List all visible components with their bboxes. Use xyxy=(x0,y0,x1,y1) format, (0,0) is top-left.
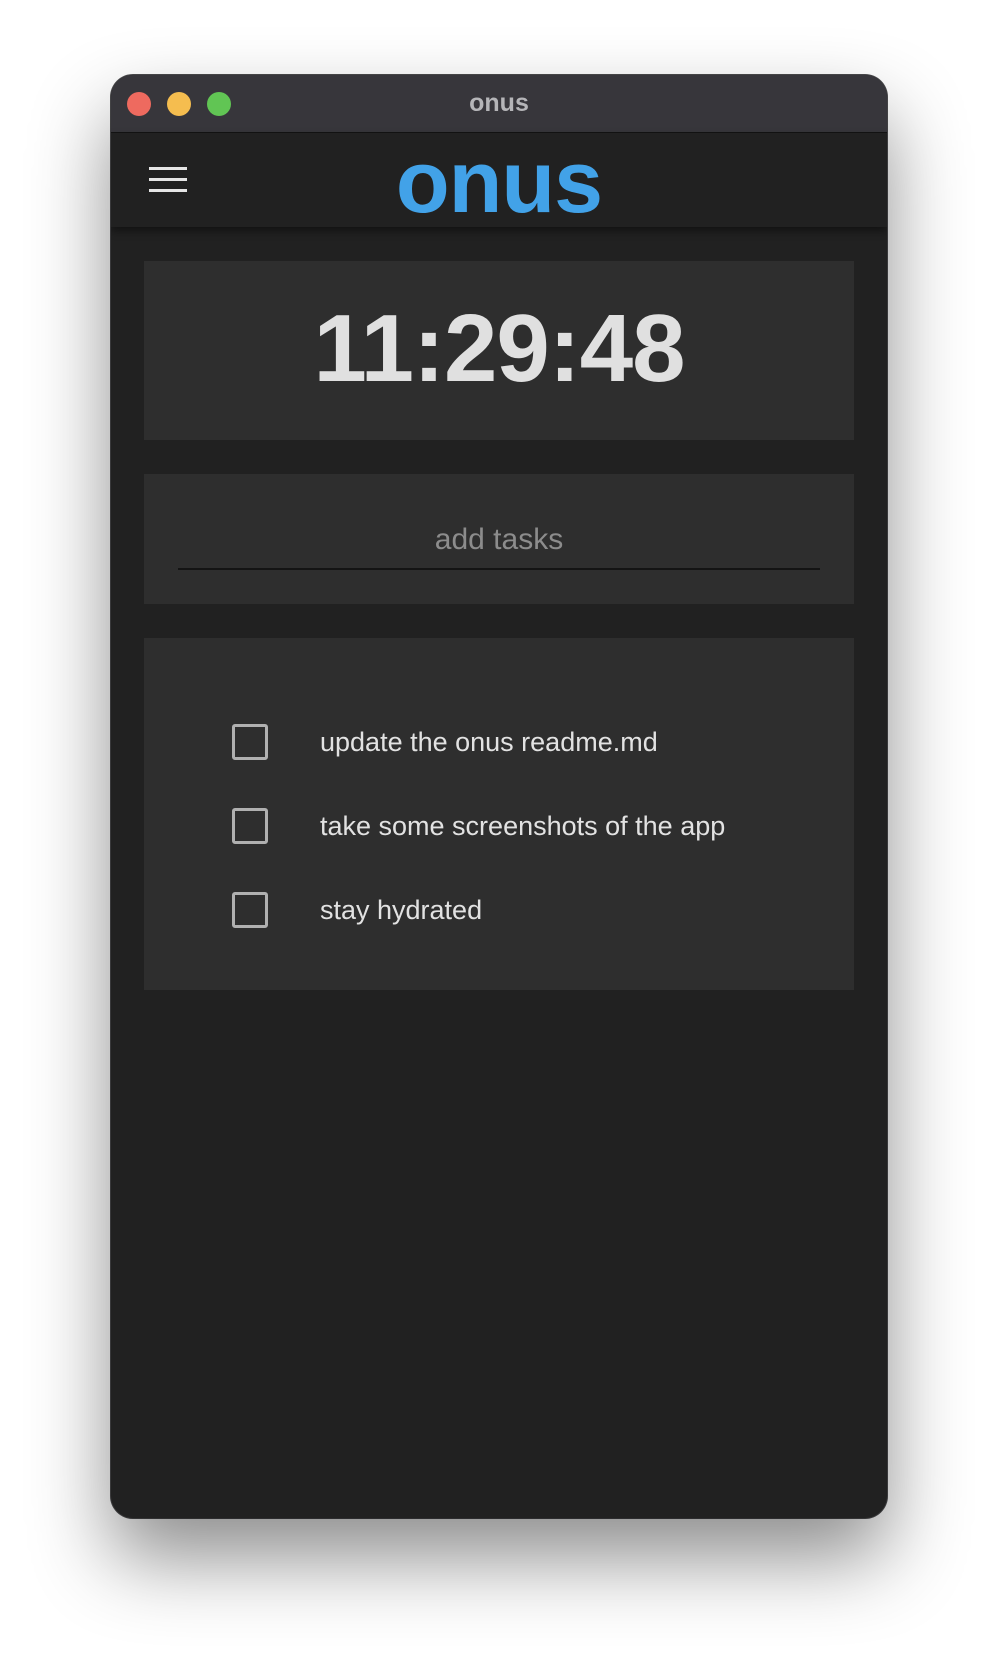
app-brand: onus xyxy=(395,132,603,231)
add-task-card xyxy=(144,474,854,604)
task-item[interactable]: update the onus readme.md xyxy=(232,700,725,784)
task-item[interactable]: take some screenshots of the app xyxy=(232,784,725,868)
clock-card: 11:29:48 xyxy=(144,261,854,440)
add-task-input[interactable] xyxy=(178,512,820,570)
app-header: onus xyxy=(111,133,887,227)
task-label: update the onus readme.md xyxy=(320,726,658,757)
task-checkbox[interactable] xyxy=(232,808,268,844)
task-checkbox[interactable] xyxy=(232,892,268,928)
task-checkbox[interactable] xyxy=(232,724,268,760)
task-label: stay hydrated xyxy=(320,894,483,925)
task-list: update the onus readme.md take some scre… xyxy=(232,700,725,952)
window-title: onus xyxy=(469,89,529,117)
window-titlebar[interactable]: onus xyxy=(111,75,887,133)
app-window: onus onus 11:29:48 update the onus readm… xyxy=(111,75,887,1518)
task-item[interactable]: stay hydrated xyxy=(232,868,725,952)
task-label: take some screenshots of the app xyxy=(320,810,726,841)
clock-display: 11:29:48 xyxy=(313,295,686,402)
task-list-card: update the onus readme.md take some scre… xyxy=(144,638,854,990)
